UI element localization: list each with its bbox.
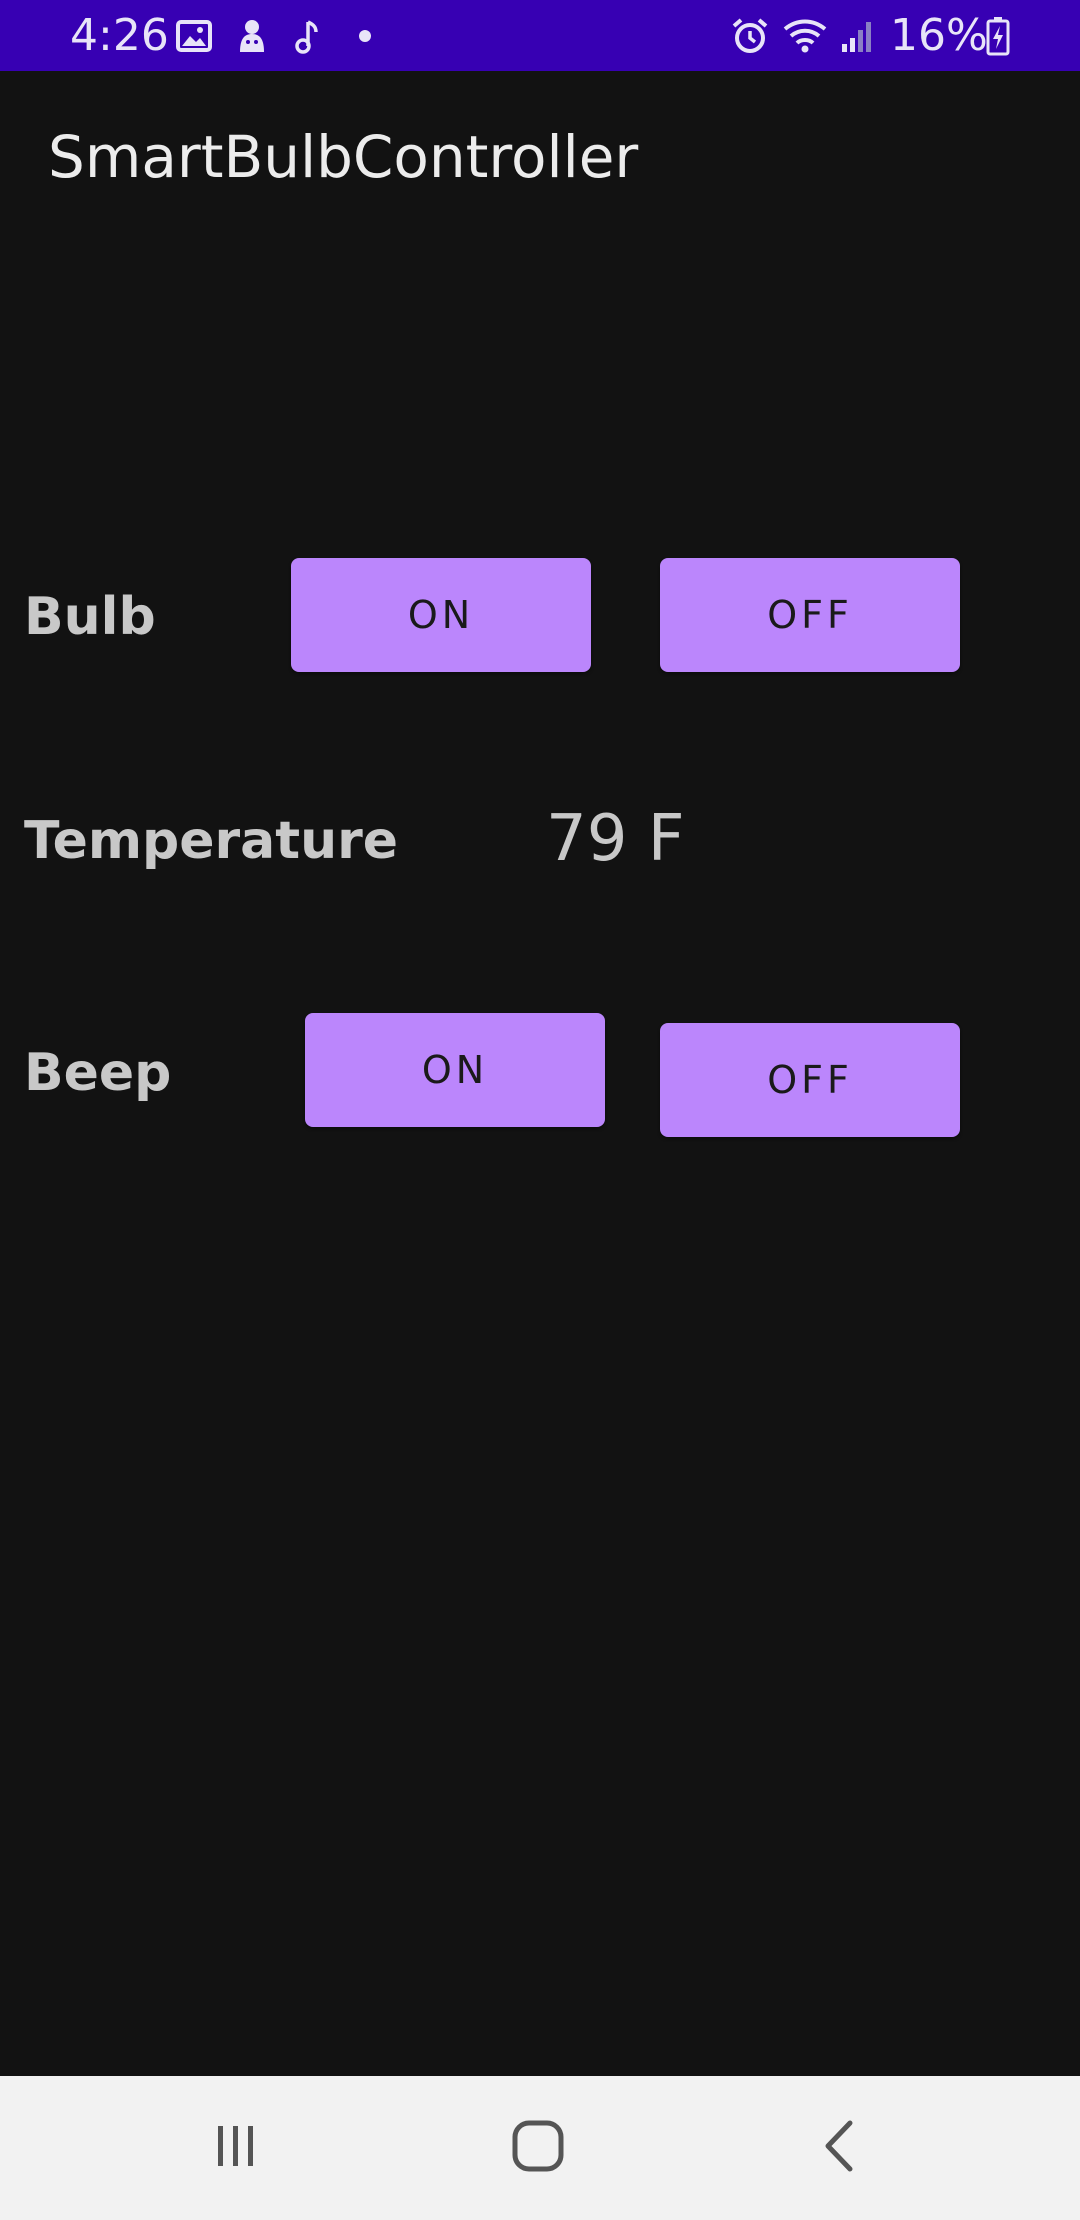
back-button[interactable] bbox=[760, 2076, 920, 2220]
music-note-icon bbox=[288, 0, 328, 71]
bulb-on-button[interactable]: ON bbox=[291, 558, 591, 672]
back-icon bbox=[820, 2119, 860, 2177]
beep-label: Beep bbox=[24, 1043, 172, 1103]
status-bar: 4:26 16% bbox=[0, 0, 1080, 71]
navigation-bar bbox=[0, 2076, 1080, 2220]
battery-percent: 16% bbox=[890, 10, 988, 61]
temperature-label: Temperature bbox=[24, 811, 399, 871]
temperature-value: 79 F bbox=[546, 802, 685, 876]
battery-charging-icon bbox=[982, 0, 1014, 71]
status-time: 4:26 bbox=[70, 10, 169, 61]
recent-apps-button[interactable] bbox=[156, 2076, 316, 2220]
alarm-icon bbox=[728, 0, 772, 71]
beep-off-button[interactable]: OFF bbox=[660, 1023, 960, 1137]
dot-icon bbox=[350, 0, 380, 71]
bulb-off-button[interactable]: OFF bbox=[660, 558, 960, 672]
home-icon bbox=[511, 2119, 565, 2177]
image-icon bbox=[172, 0, 216, 71]
recent-apps-icon bbox=[212, 2122, 260, 2174]
wifi-icon bbox=[780, 0, 830, 71]
ghost-icon bbox=[230, 0, 274, 71]
beep-on-button[interactable]: ON bbox=[305, 1013, 605, 1127]
home-button[interactable] bbox=[458, 2076, 618, 2220]
bulb-label: Bulb bbox=[24, 587, 156, 647]
app-title: SmartBulbController bbox=[48, 123, 639, 191]
signal-icon bbox=[838, 0, 878, 71]
app-screen: 4:26 16% SmartBulbController Bulb ON OFF… bbox=[0, 0, 1080, 2220]
